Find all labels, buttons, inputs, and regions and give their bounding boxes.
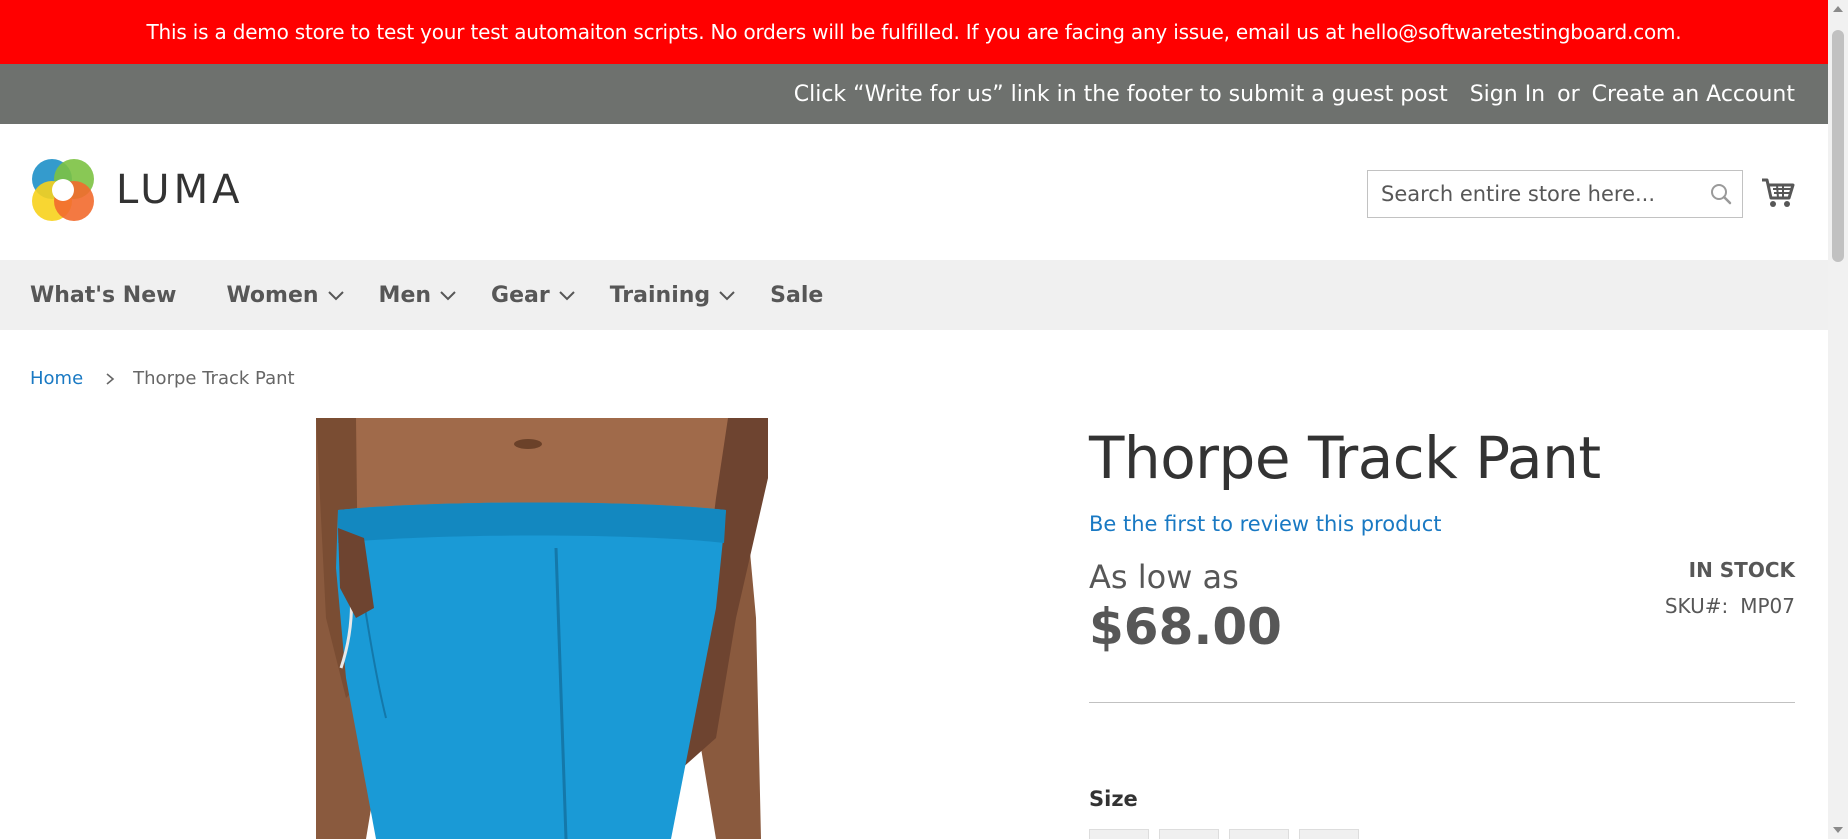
logo-text: LUMA	[116, 167, 244, 213]
stock-status: IN STOCK	[1688, 558, 1795, 582]
product-title: Thorpe Track Pant	[1089, 424, 1601, 492]
nav-item-label: Men	[378, 282, 432, 308]
search-icon[interactable]	[1700, 173, 1742, 215]
breadcrumb: Home Thorpe Track Pant	[30, 368, 295, 389]
product-image[interactable]	[316, 418, 768, 839]
chevron-down-icon	[327, 291, 344, 301]
size-swatches	[1089, 829, 1795, 839]
panel-header: Click “Write for us” link in the footer …	[0, 64, 1828, 124]
demo-notice-banner: This is a demo store to test your test a…	[0, 0, 1828, 64]
search-input[interactable]	[1368, 171, 1700, 217]
nav-item-men[interactable]: Men	[379, 283, 457, 308]
sign-in-link[interactable]: Sign In	[1470, 82, 1545, 107]
price-box: As low as $68.00 IN STOCK SKU#: MP07	[1089, 558, 1795, 678]
scrollbar-thumb[interactable]	[1832, 30, 1844, 262]
nav-item-gear[interactable]: Gear	[491, 283, 576, 308]
luma-logo[interactable]: LUMA	[30, 157, 243, 223]
nav-item-sale[interactable]: Sale	[770, 283, 823, 308]
chevron-down-icon	[440, 291, 456, 301]
product-sku: SKU#: MP07	[1665, 594, 1795, 618]
scroll-down-arrow-icon[interactable]	[1833, 827, 1843, 833]
size-swatch[interactable]	[1299, 829, 1359, 839]
or-separator: or	[1557, 81, 1580, 107]
breadcrumb-current: Thorpe Track Pant	[133, 368, 295, 389]
size-label: Size	[1089, 787, 1138, 811]
chevron-right-icon	[106, 372, 115, 385]
divider	[1089, 702, 1795, 703]
header-links: Click “Write for us” link in the footer …	[794, 64, 1795, 124]
main-navigation: What's New Women Men Gear Training Sale	[0, 260, 1828, 330]
demo-notice-text: This is a demo store to test your test a…	[146, 20, 1682, 44]
create-account-link[interactable]: Create an Account	[1592, 82, 1795, 107]
search-box	[1367, 170, 1743, 218]
product-info-main: Thorpe Track Pant Be the first to review…	[1089, 418, 1795, 839]
shopping-cart-icon[interactable]	[1760, 174, 1796, 210]
nav-item-whats-new[interactable]: What's New	[30, 283, 176, 308]
breadcrumb-home-link[interactable]: Home	[30, 368, 83, 389]
nav-item-label: What's New	[30, 282, 177, 308]
add-review-link[interactable]: Be the first to review this product	[1089, 512, 1442, 536]
nav-item-label: Women	[226, 282, 319, 308]
size-swatch[interactable]	[1159, 829, 1219, 839]
nav-item-label: Gear	[491, 282, 550, 308]
welcome-message: Click “Write for us” link in the footer …	[793, 81, 1448, 107]
nav-item-label: Training	[609, 282, 711, 308]
size-swatch[interactable]	[1089, 829, 1149, 839]
size-swatch[interactable]	[1229, 829, 1289, 839]
scroll-up-arrow-icon[interactable]	[1833, 6, 1843, 12]
vertical-scrollbar[interactable]	[1828, 0, 1848, 839]
nav-item-training[interactable]: Training	[610, 283, 736, 308]
chevron-down-icon	[559, 291, 575, 301]
nav-item-women[interactable]: Women	[226, 283, 344, 308]
sku-label: SKU#:	[1664, 594, 1729, 618]
sku-value: MP07	[1740, 594, 1795, 618]
header-content: LUMA	[0, 124, 1828, 260]
luma-logo-icon	[32, 159, 94, 221]
chevron-down-icon	[719, 291, 735, 301]
nav-item-label: Sale	[770, 282, 824, 308]
